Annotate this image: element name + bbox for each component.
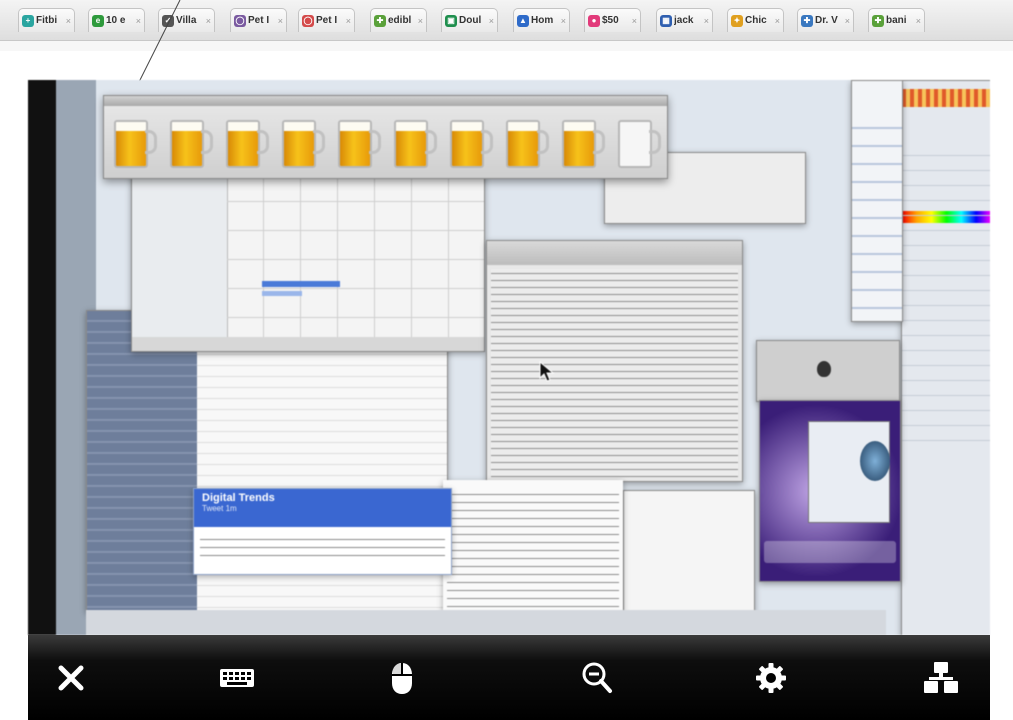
chick-icon: ✦	[731, 14, 743, 27]
tab-close-icon[interactable]: ×	[489, 16, 494, 26]
remote-calendar-window	[131, 172, 485, 352]
tab-close-icon[interactable]: ×	[704, 16, 709, 26]
puzzle-icon: ✚	[374, 14, 386, 27]
circle-e-icon: e	[92, 14, 104, 27]
browser-tab[interactable]: + Fitbi ×	[18, 8, 75, 32]
tab-label: bani	[886, 15, 907, 26]
checkmark-icon: ✓	[162, 14, 174, 27]
tab-label: Fitbi	[36, 15, 58, 26]
notification-subtitle: Tweet 1m	[202, 504, 237, 513]
tab-close-icon[interactable]: ×	[775, 16, 780, 26]
network-icon	[924, 662, 958, 693]
tab-close-icon[interactable]: ×	[278, 16, 283, 26]
speech-bubble-icon: ●	[588, 14, 600, 27]
beer-mug-strip	[103, 95, 668, 179]
tab-close-icon[interactable]: ×	[916, 16, 921, 26]
browser-tab[interactable]: ◯ Pet I ×	[298, 8, 355, 32]
fitbit-icon: +	[22, 14, 34, 27]
gear-icon	[756, 663, 786, 693]
browser-tab[interactable]: ✦ Chic ×	[727, 8, 784, 32]
tab-label: Chic	[745, 15, 767, 26]
tab-label: $50	[602, 15, 619, 26]
mouse-icon	[392, 663, 412, 694]
full-beer-mug-icon	[114, 116, 158, 168]
browser-tab[interactable]: e 10 e ×	[88, 8, 145, 32]
remote-inspector-panel	[901, 80, 990, 635]
browser-tab[interactable]: ▦ jack ×	[656, 8, 713, 32]
full-beer-mug-icon	[282, 116, 326, 168]
keyboard-icon	[220, 669, 254, 687]
settings-button[interactable]	[748, 655, 794, 701]
remote-desktop-preview	[759, 400, 901, 582]
notification-title: Digital Trends	[202, 492, 275, 504]
notification-popup[interactable]: Digital Trends Tweet 1m	[193, 488, 452, 575]
puzzle-icon: ✚	[872, 14, 884, 27]
tab-label: Hom	[531, 15, 554, 26]
browser-tab-strip: + Fitbi × e 10 e × ✓ Villa × ◯ Pet I × ◯ Pet I × ✚ edibl…	[0, 0, 1013, 41]
browser-tab[interactable]: ◯ Pet I ×	[230, 8, 287, 32]
browser-tab[interactable]: ✚ edibl ×	[370, 8, 427, 32]
tab-label: Pet I	[248, 15, 270, 26]
full-beer-mug-icon	[506, 116, 550, 168]
browser-tab[interactable]: ✚ bani ×	[868, 8, 925, 32]
browser-tab[interactable]: ▣ Doul ×	[441, 8, 498, 32]
tab-label: jack	[674, 15, 694, 26]
browser-tab[interactable]: ✓ Villa ×	[158, 8, 215, 32]
pet-outline-icon: ◯	[234, 14, 246, 27]
tab-close-icon[interactable]: ×	[346, 16, 351, 26]
full-beer-mug-icon	[394, 116, 438, 168]
empty-beer-mug-icon	[618, 116, 662, 168]
tab-label: edibl	[388, 15, 412, 26]
browser-tab[interactable]: ● $50 ×	[584, 8, 641, 32]
full-beer-mug-icon	[338, 116, 382, 168]
tab-close-icon[interactable]: ×	[66, 16, 71, 26]
mouse-button[interactable]	[379, 655, 425, 701]
remote-apple-window	[756, 340, 900, 402]
tab-label: Pet I	[316, 15, 338, 26]
tab-label: 10 e	[106, 15, 126, 26]
browser-toolbar-strip	[0, 41, 1013, 51]
full-beer-mug-icon	[450, 116, 494, 168]
full-beer-mug-icon	[226, 116, 270, 168]
browser-tab[interactable]: ✚ Dr. V ×	[797, 8, 854, 32]
remote-document-window	[486, 240, 743, 482]
cursor-icon	[539, 361, 555, 382]
tab-close-icon[interactable]: ×	[845, 16, 850, 26]
doc-green-icon: ▣	[445, 14, 457, 27]
remote-side-panel	[851, 80, 903, 322]
tab-close-icon[interactable]: ×	[136, 16, 141, 26]
close-icon	[58, 665, 84, 691]
full-beer-mug-icon	[562, 116, 606, 168]
remote-toolbar	[28, 635, 990, 720]
tab-close-icon[interactable]: ×	[418, 16, 423, 26]
close-button[interactable]	[48, 655, 94, 701]
house-icon: ▲	[517, 14, 529, 27]
keyboard-button[interactable]	[214, 655, 260, 701]
full-beer-mug-icon	[170, 116, 214, 168]
tab-close-icon[interactable]: ×	[561, 16, 566, 26]
remote-desktop-view[interactable]: Digital Trends Tweet 1m	[28, 80, 990, 635]
tab-label: Villa	[176, 15, 197, 26]
tab-label: Dr. V	[815, 15, 838, 26]
browser-tab[interactable]: ▲ Hom ×	[513, 8, 570, 32]
remote-status-bar	[86, 610, 886, 635]
tab-label: Doul	[459, 15, 482, 26]
tab-close-icon[interactable]: ×	[206, 16, 211, 26]
calendar-icon: ▦	[660, 14, 672, 27]
zoom-out-icon	[582, 662, 612, 693]
zoom-out-button[interactable]	[574, 655, 620, 701]
pet-outline-icon: ◯	[302, 14, 314, 27]
doctor-icon: ✚	[801, 14, 813, 27]
tab-close-icon[interactable]: ×	[632, 16, 637, 26]
screens-button[interactable]	[918, 655, 964, 701]
